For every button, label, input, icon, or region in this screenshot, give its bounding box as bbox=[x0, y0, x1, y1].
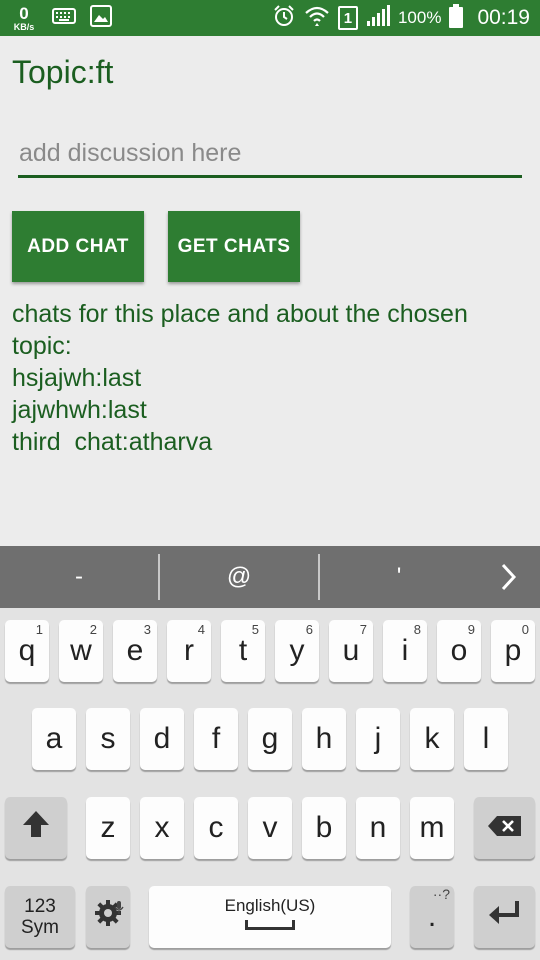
key-label: . bbox=[427, 900, 437, 933]
key-j[interactable]: j bbox=[356, 708, 400, 770]
discussion-input-container[interactable] bbox=[18, 132, 522, 178]
settings-key[interactable] bbox=[86, 886, 130, 948]
key-t[interactable]: t5 bbox=[221, 620, 265, 682]
symbols-key[interactable]: 123 Sym bbox=[5, 886, 75, 948]
period-key[interactable]: . ··? bbox=[410, 886, 454, 948]
keyboard-suggestion-bar: - @ ' bbox=[0, 546, 540, 608]
topic-title: Topic:ft bbox=[12, 54, 114, 90]
chat-item: hsjajwh:last bbox=[12, 364, 142, 392]
key-hint: 0 bbox=[521, 622, 529, 637]
status-bar: 0 KB/s 1 100% 00:19 bbox=[0, 0, 540, 36]
battery-percent: 100% bbox=[397, 8, 442, 27]
key-f[interactable]: f bbox=[194, 708, 238, 770]
keyboard-icon bbox=[52, 7, 76, 29]
image-icon bbox=[90, 4, 112, 32]
key-e[interactable]: e3 bbox=[113, 620, 157, 682]
symbols-label-line1: 123 bbox=[24, 896, 56, 917]
sim-icon: 1 bbox=[337, 6, 358, 30]
key-l[interactable]: l bbox=[464, 708, 508, 770]
soft-keyboard: q1 w2 e3 r4 t5 y6 u7 i8 o9 p0 a s d f g … bbox=[0, 608, 540, 960]
key-label: e bbox=[126, 634, 144, 667]
key-p[interactable]: p0 bbox=[491, 620, 535, 682]
key-z[interactable]: z bbox=[86, 797, 130, 859]
symbols-label-line2: Sym bbox=[21, 917, 59, 938]
key-s[interactable]: s bbox=[86, 708, 130, 770]
chat-item: jajwhwh:last bbox=[12, 396, 147, 424]
add-chat-button[interactable]: ADD CHAT bbox=[12, 211, 144, 282]
shift-key[interactable] bbox=[5, 797, 67, 859]
shift-icon bbox=[21, 809, 51, 847]
network-speed: 0 KB/s bbox=[10, 5, 38, 32]
key-y[interactable]: y6 bbox=[275, 620, 319, 682]
chats-header: chats for this place and about the chose… bbox=[12, 300, 468, 328]
key-label: i bbox=[401, 634, 409, 667]
chevron-right-icon[interactable] bbox=[492, 560, 526, 594]
chats-header-cont: topic: bbox=[12, 332, 72, 360]
key-label: y bbox=[289, 634, 305, 667]
key-hint: 7 bbox=[359, 622, 367, 637]
key-hint: 5 bbox=[251, 622, 259, 637]
key-d[interactable]: d bbox=[140, 708, 184, 770]
key-u[interactable]: u7 bbox=[329, 620, 373, 682]
key-i[interactable]: i8 bbox=[383, 620, 427, 682]
chat-item: third chat:atharva bbox=[12, 428, 213, 456]
microphone-icon bbox=[113, 889, 125, 923]
key-label: r bbox=[184, 634, 194, 667]
backspace-key[interactable] bbox=[474, 797, 535, 859]
wifi-icon bbox=[304, 4, 330, 33]
space-language-label: English(US) bbox=[224, 896, 316, 915]
speed-unit: KB/s bbox=[13, 21, 35, 32]
key-label: q bbox=[18, 634, 36, 667]
key-hint: 6 bbox=[305, 622, 313, 637]
key-label: u bbox=[342, 634, 360, 667]
key-w[interactable]: w2 bbox=[59, 620, 103, 682]
backspace-icon bbox=[487, 811, 523, 845]
suggestion-dash[interactable]: - bbox=[0, 546, 158, 608]
key-hint: 1 bbox=[35, 622, 43, 637]
key-hint: 2 bbox=[89, 622, 97, 637]
key-m[interactable]: m bbox=[410, 797, 454, 859]
chats-list: chats for this place and about the chose… bbox=[12, 298, 532, 458]
key-label: w bbox=[70, 634, 92, 667]
key-b[interactable]: b bbox=[302, 797, 346, 859]
key-hint: ··? bbox=[432, 886, 450, 902]
enter-key[interactable] bbox=[474, 886, 535, 948]
key-label: o bbox=[450, 634, 468, 667]
key-r[interactable]: r4 bbox=[167, 620, 211, 682]
alarm-icon bbox=[272, 4, 296, 33]
key-h[interactable]: h bbox=[302, 708, 346, 770]
key-label: p bbox=[504, 634, 522, 667]
get-chats-button[interactable]: GET CHATS bbox=[168, 211, 300, 282]
key-a[interactable]: a bbox=[32, 708, 76, 770]
key-k[interactable]: k bbox=[410, 708, 454, 770]
discussion-input[interactable] bbox=[18, 132, 522, 174]
key-n[interactable]: n bbox=[356, 797, 400, 859]
suggestion-at[interactable]: @ bbox=[160, 546, 318, 608]
battery-icon bbox=[449, 3, 464, 33]
suggestion-apostrophe[interactable]: ' bbox=[320, 546, 478, 608]
key-o[interactable]: o9 bbox=[437, 620, 481, 682]
key-q[interactable]: q1 bbox=[5, 620, 49, 682]
key-c[interactable]: c bbox=[194, 797, 238, 859]
speed-value: 0 bbox=[19, 3, 29, 23]
space-bar-icon bbox=[245, 920, 295, 930]
key-hint: 8 bbox=[413, 622, 421, 637]
key-v[interactable]: v bbox=[248, 797, 292, 859]
enter-icon bbox=[487, 899, 523, 935]
key-x[interactable]: x bbox=[140, 797, 184, 859]
key-g[interactable]: g bbox=[248, 708, 292, 770]
space-key[interactable]: English(US) bbox=[149, 886, 391, 948]
key-hint: 9 bbox=[467, 622, 475, 637]
key-hint: 4 bbox=[197, 622, 205, 637]
clock: 00:19 bbox=[477, 6, 530, 29]
key-hint: 3 bbox=[143, 622, 151, 637]
key-label: t bbox=[238, 634, 248, 667]
signal-icon bbox=[366, 4, 390, 32]
